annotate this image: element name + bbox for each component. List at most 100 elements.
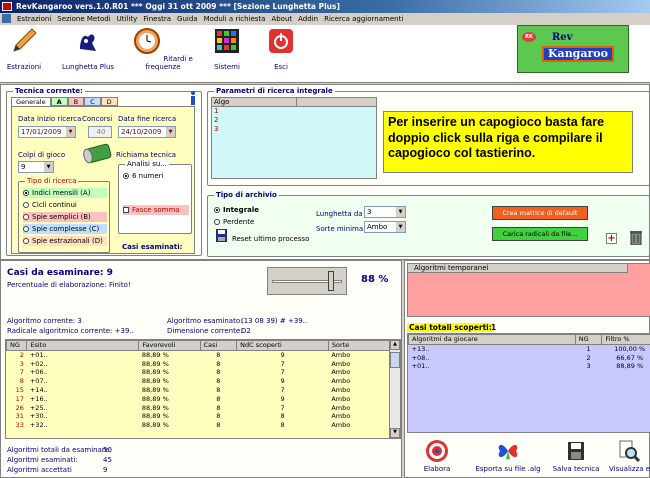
data-inizio-field[interactable]: 17/01/2009 ▼ <box>18 126 76 138</box>
table-cell: 8 <box>216 350 221 359</box>
esporta-button[interactable]: Esporta su file .alg <box>475 439 541 473</box>
archivio-integrale[interactable]: Integrale <box>214 205 259 215</box>
casi-col-header[interactable]: Esito <box>26 340 140 351</box>
table-cell: +08.. <box>411 353 430 362</box>
menu-utility[interactable]: Utility <box>117 13 138 25</box>
tecnica-tab-panel: Data inizio ricerca 17/01/2009 ▼ Concorsi… <box>11 106 195 254</box>
analisi-6-numeri[interactable]: 6 numeri <box>123 171 164 181</box>
scoperti-col-header[interactable]: NG <box>574 334 603 345</box>
mdi-icon[interactable] <box>2 14 11 23</box>
param-row[interactable]: 3 <box>212 125 376 134</box>
table-cell: Ambo <box>331 359 351 368</box>
tipo-indici-mensili[interactable]: Indici mensili (A) <box>23 188 107 198</box>
table-row[interactable]: +01.. 3 88,89 % <box>409 362 650 371</box>
table-row[interactable]: 8 +07.. 88,89 % 8 9 Ambo <box>7 377 390 386</box>
add-button[interactable]: + <box>606 233 617 244</box>
estrazioni-button[interactable]: Estrazioni <box>4 27 44 71</box>
tab-d[interactable]: D <box>100 97 118 106</box>
tipo-spie-semplici[interactable]: Spie semplici (B) <box>23 212 107 222</box>
tab-b[interactable]: B <box>67 97 85 106</box>
menu-guida[interactable]: Guida <box>177 13 198 25</box>
table-row[interactable]: 33 +32.. 88,89 % 8 8 Ambo <box>7 421 390 430</box>
table-row[interactable]: 26 +25.. 88,89 % 8 7 Ambo <box>7 404 390 413</box>
menu-finestra[interactable]: Finestra <box>143 13 171 25</box>
table-cell: 100,00 % <box>614 344 646 353</box>
table-cell: 88,89 % <box>141 350 169 359</box>
table-cell: +16.. <box>29 394 48 403</box>
table-row[interactable]: 3 +02.. 88,89 % 8 7 Ambo <box>7 360 390 369</box>
table-cell: 26 <box>15 403 24 412</box>
casi-scrollbar[interactable]: ▲ ▼ <box>389 340 400 438</box>
lunghetta-select[interactable]: 3 ▼ <box>364 206 406 218</box>
casi-col-header[interactable]: Favorevoli <box>138 340 201 351</box>
menu-sezione-metodi[interactable]: Sezione Metodi <box>57 13 110 25</box>
disk-icon[interactable] <box>216 229 227 242</box>
elabora-button[interactable]: Elabora <box>411 439 463 473</box>
butterfly-icon <box>498 444 518 459</box>
casi-table-container[interactable]: NG Esito Favorevoli Casi NdC scoperti Sorte 2… <box>5 339 401 439</box>
sistemi-button[interactable]: Sistemi <box>208 27 246 71</box>
scoperti-grid[interactable]: Algoritmi da giocare NG Filtro % +13.. 1 100… <box>407 333 650 433</box>
battery-icon[interactable] <box>80 141 112 165</box>
table-row[interactable]: 7 +06.. 88,89 % 8 7 Ambo <box>7 368 390 377</box>
archivio-perdente[interactable]: Perdente <box>214 217 254 227</box>
table-row[interactable]: 2 +01.. 88,89 % 8 9 Ambo <box>7 350 390 359</box>
reset-button[interactable]: Reset ultimo processo <box>232 235 309 243</box>
pencil-icon <box>13 28 37 52</box>
crea-matrice-button[interactable]: Crea matrice di default <box>492 206 588 220</box>
carica-radicali-button[interactable]: Carica radicali da file... <box>492 227 588 241</box>
menu-moduli[interactable]: Moduli a richiesta <box>204 13 266 25</box>
casi-col-header[interactable]: Sorte <box>327 340 391 351</box>
tipo-cicli-continui[interactable]: Cicli continui <box>23 200 107 210</box>
table-row[interactable]: 15 +14.. 88,89 % 8 7 Ambo <box>7 386 390 395</box>
tipo-spie-estrazionali[interactable]: Spie estrazionali (D) <box>23 236 107 246</box>
visualizza-button[interactable]: Visualizza es <box>609 439 650 473</box>
archivio-group: Tipo di archivio Integrale Perdente Rese… <box>207 191 650 257</box>
slider-thumb[interactable] <box>328 271 335 291</box>
data-fine-field[interactable]: 24/10/2009 ▼ <box>118 126 176 138</box>
richiama-tecnica-label[interactable]: Richiama tecnica <box>116 151 176 159</box>
info-icon[interactable] <box>189 91 197 105</box>
menu-about[interactable]: About <box>271 13 292 25</box>
casi-col-header[interactable]: NG <box>6 340 28 351</box>
sorte-select[interactable]: Ambo ▼ <box>364 221 406 233</box>
table-cell: 88,89 % <box>141 385 169 394</box>
parametri-grid[interactable]: Algo 1 2 3 <box>211 97 377 179</box>
table-cell: 88,89 % <box>141 421 169 430</box>
magnifier-icon <box>619 440 641 463</box>
esci-button[interactable]: Esci <box>264 27 298 71</box>
param-row[interactable]: 2 <box>212 116 376 125</box>
ritardi-frequenze-button[interactable]: Ritardi e frequenze <box>126 27 200 71</box>
table-row[interactable]: 17 +16.. 88,89 % 8 9 Ambo <box>7 395 390 404</box>
progress-slider[interactable] <box>267 267 347 295</box>
casi-col-header[interactable]: Casi <box>199 340 238 351</box>
table-row[interactable]: +08.. 2 66,67 % <box>409 354 650 363</box>
table-cell: 15 <box>15 385 24 394</box>
tab-generale[interactable]: Generale <box>11 97 51 106</box>
param-row[interactable]: 1 <box>212 107 376 116</box>
temporanei-grid[interactable]: Algoritmi temporanei <box>407 263 650 317</box>
tipo-spie-complesse[interactable]: Spie complesse (C) <box>23 224 107 234</box>
table-cell: 7 <box>19 368 24 377</box>
tab-c[interactable]: C <box>84 97 101 106</box>
table-row[interactable]: 31 +30.. 88,89 % 8 8 Ambo <box>7 412 390 421</box>
fasce-somma-checkbox[interactable]: Fasce somma <box>123 205 189 215</box>
menu-estrazioni[interactable]: Estrazioni <box>17 13 51 25</box>
salva-tecnica-button[interactable]: Salva tecnica <box>551 439 601 473</box>
tab-a[interactable]: A <box>50 97 68 106</box>
table-cell: 88,89 % <box>141 368 169 377</box>
table-cell: 2 <box>19 350 24 359</box>
table-cell: 8 <box>216 377 221 386</box>
clock-icon <box>134 28 161 54</box>
menu-addin[interactable]: Addin <box>298 13 318 25</box>
menu-ricerca-aggiornamenti[interactable]: Ricerca aggiornamenti <box>324 13 403 25</box>
casi-col-header[interactable]: NdC scoperti <box>236 340 329 351</box>
table-cell: +06.. <box>29 368 48 377</box>
trash-icon[interactable] <box>629 229 643 245</box>
scoperti-col-header[interactable]: Algoritmi da giocare <box>408 334 576 345</box>
scoperti-col-header[interactable]: Filtro % <box>601 334 650 345</box>
colpi-select[interactable]: 9 ▼ <box>18 161 54 173</box>
lunghetta-plus-button[interactable]: Lunghetta Plus <box>58 27 118 71</box>
table-row[interactable]: +13.. 1 100,00 % <box>409 344 650 353</box>
table-cell: 8 <box>216 385 221 394</box>
